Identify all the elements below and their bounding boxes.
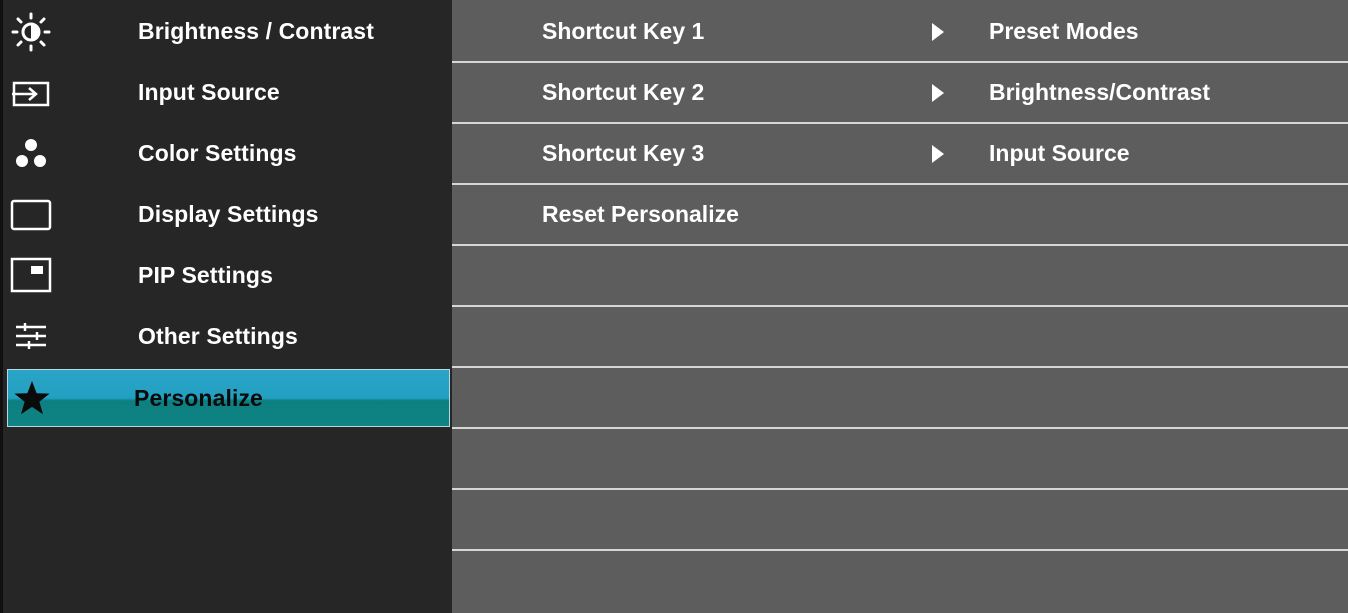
- arrow-right-icon: [932, 144, 944, 163]
- submenu-panel: Shortcut Key 1 Preset Modes Shortcut Key…: [452, 0, 1348, 613]
- row-value: Input Source: [989, 140, 1130, 166]
- star-icon: [0, 368, 84, 429]
- color-settings-icon: [0, 123, 83, 184]
- menu-item-label: Personalize: [134, 384, 263, 411]
- submenu-row-shortcut-key-3[interactable]: Shortcut Key 3 Input Source: [452, 124, 1348, 185]
- menu-item-brightness-contrast[interactable]: Brightness / Contrast: [3, 1, 452, 62]
- menu-item-personalize[interactable]: Personalize: [7, 369, 450, 427]
- menu-item-label: Input Source: [138, 79, 280, 105]
- input-source-icon: [0, 62, 83, 123]
- row-label: Shortcut Key 3: [542, 140, 705, 166]
- submenu-row-empty: [452, 429, 1348, 490]
- brightness-icon: [0, 1, 83, 62]
- menu-item-color-settings[interactable]: Color Settings: [3, 123, 452, 184]
- menu-item-label: Other Settings: [138, 323, 298, 349]
- arrow-right-icon: [932, 22, 944, 41]
- row-label: Reset Personalize: [542, 201, 739, 227]
- row-label: Shortcut Key 1: [542, 18, 705, 44]
- menu-item-input-source[interactable]: Input Source: [3, 62, 452, 123]
- submenu-row-empty: [452, 307, 1348, 368]
- row-label: Shortcut Key 2: [542, 79, 705, 105]
- menu-item-label: PIP Settings: [138, 262, 273, 288]
- row-value: Brightness/Contrast: [989, 79, 1211, 105]
- menu-item-pip-settings[interactable]: PIP Settings: [3, 245, 452, 306]
- osd-menu: Brightness / Contrast Input Source Color…: [0, 0, 1348, 613]
- menu-item-label: Color Settings: [138, 140, 297, 166]
- menu-item-label: Brightness / Contrast: [138, 18, 374, 44]
- display-settings-icon: [0, 184, 83, 245]
- pip-settings-icon: [0, 245, 83, 306]
- submenu-row-empty: [452, 551, 1348, 613]
- submenu-row-reset-personalize[interactable]: Reset Personalize: [452, 185, 1348, 246]
- submenu-row-empty: [452, 246, 1348, 307]
- other-settings-icon: [0, 306, 83, 367]
- row-value: Preset Modes: [989, 18, 1139, 44]
- menu-item-other-settings[interactable]: Other Settings: [3, 306, 452, 367]
- menu-item-label: Display Settings: [138, 201, 319, 227]
- submenu-row-empty: [452, 368, 1348, 429]
- arrow-right-icon: [932, 83, 944, 102]
- main-menu: Brightness / Contrast Input Source Color…: [0, 0, 452, 613]
- menu-item-display-settings[interactable]: Display Settings: [3, 184, 452, 245]
- submenu-row-shortcut-key-1[interactable]: Shortcut Key 1 Preset Modes: [452, 2, 1348, 63]
- submenu-row-shortcut-key-2[interactable]: Shortcut Key 2 Brightness/Contrast: [452, 63, 1348, 124]
- submenu-row-empty: [452, 490, 1348, 551]
